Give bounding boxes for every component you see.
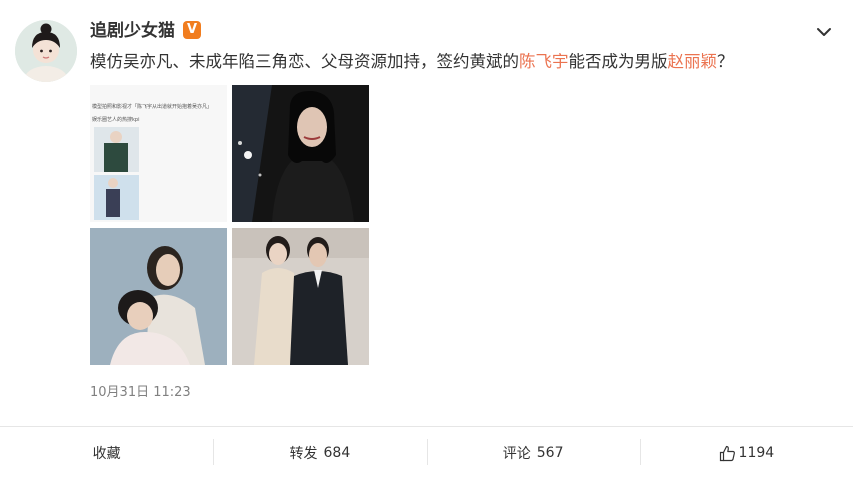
comment-count: 567 xyxy=(536,445,564,461)
post-image-3[interactable] xyxy=(90,228,227,365)
post-timestamp[interactable]: 10月31日 11:23 xyxy=(90,384,191,402)
repost-count: 684 xyxy=(323,445,351,461)
collage-caption: 模型拍照和影视才「陈飞宇从出道就开始抱着吴亦凡」 xyxy=(92,103,212,110)
repost-button[interactable]: 转发 684 xyxy=(213,427,426,479)
post-image-1[interactable]: 模型拍照和影视才「陈飞宇从出道就开始抱着吴亦凡」 娱乐圈艺人的热搜kpi xyxy=(90,85,227,222)
mention-link-zhao-liying[interactable]: 赵丽颖 xyxy=(668,52,718,71)
weibo-post-card: 追剧少女猫 V 模仿吴亦凡、未成年陷三角恋、父母资源加持，签约黄斌的陈飞宇能否成… xyxy=(0,0,853,479)
post-text: 模仿吴亦凡、未成年陷三角恋、父母资源加持，签约黄斌的陈飞宇能否成为男版赵丽颖？ xyxy=(90,50,734,74)
avatar-image xyxy=(15,20,77,82)
mention-link-chen-feiyu[interactable]: 陈飞宇 xyxy=(519,52,569,71)
thumbs-up-icon xyxy=(719,445,735,461)
chevron-down-icon[interactable] xyxy=(814,22,834,42)
post-action-bar: 收藏 转发 684 评论 567 1194 xyxy=(0,427,853,479)
verified-badge-icon: V xyxy=(183,21,201,39)
collage-caption-2: 娱乐圈艺人的热搜kpi xyxy=(92,116,139,123)
username[interactable]: 追剧少女猫 xyxy=(90,20,175,42)
post-image-4[interactable] xyxy=(232,228,369,365)
post-image-2[interactable] xyxy=(232,85,369,222)
couple-photoshoot-image xyxy=(90,228,227,365)
post-text-part: ？ xyxy=(717,52,734,71)
comment-button[interactable]: 评论 567 xyxy=(426,427,640,479)
favorite-button[interactable]: 收藏 xyxy=(0,427,213,479)
couple-event-image xyxy=(232,228,369,365)
screenshot-collage-image: 模型拍照和影视才「陈飞宇从出道就开始抱着吴亦凡」 娱乐圈艺人的热搜kpi xyxy=(90,85,227,222)
like-button[interactable]: 1194 xyxy=(639,427,853,479)
favorite-label: 收藏 xyxy=(92,446,121,462)
like-count: 1194 xyxy=(738,445,775,461)
portrait-night-image xyxy=(232,85,369,222)
post-text-part: 模仿吴亦凡、未成年陷三角恋、父母资源加持，签约黄斌的 xyxy=(90,52,519,71)
avatar[interactable] xyxy=(15,20,77,82)
repost-label: 转发 xyxy=(289,446,318,462)
comment-label: 评论 xyxy=(502,446,531,462)
post-text-part: 能否成为男版 xyxy=(568,52,668,71)
